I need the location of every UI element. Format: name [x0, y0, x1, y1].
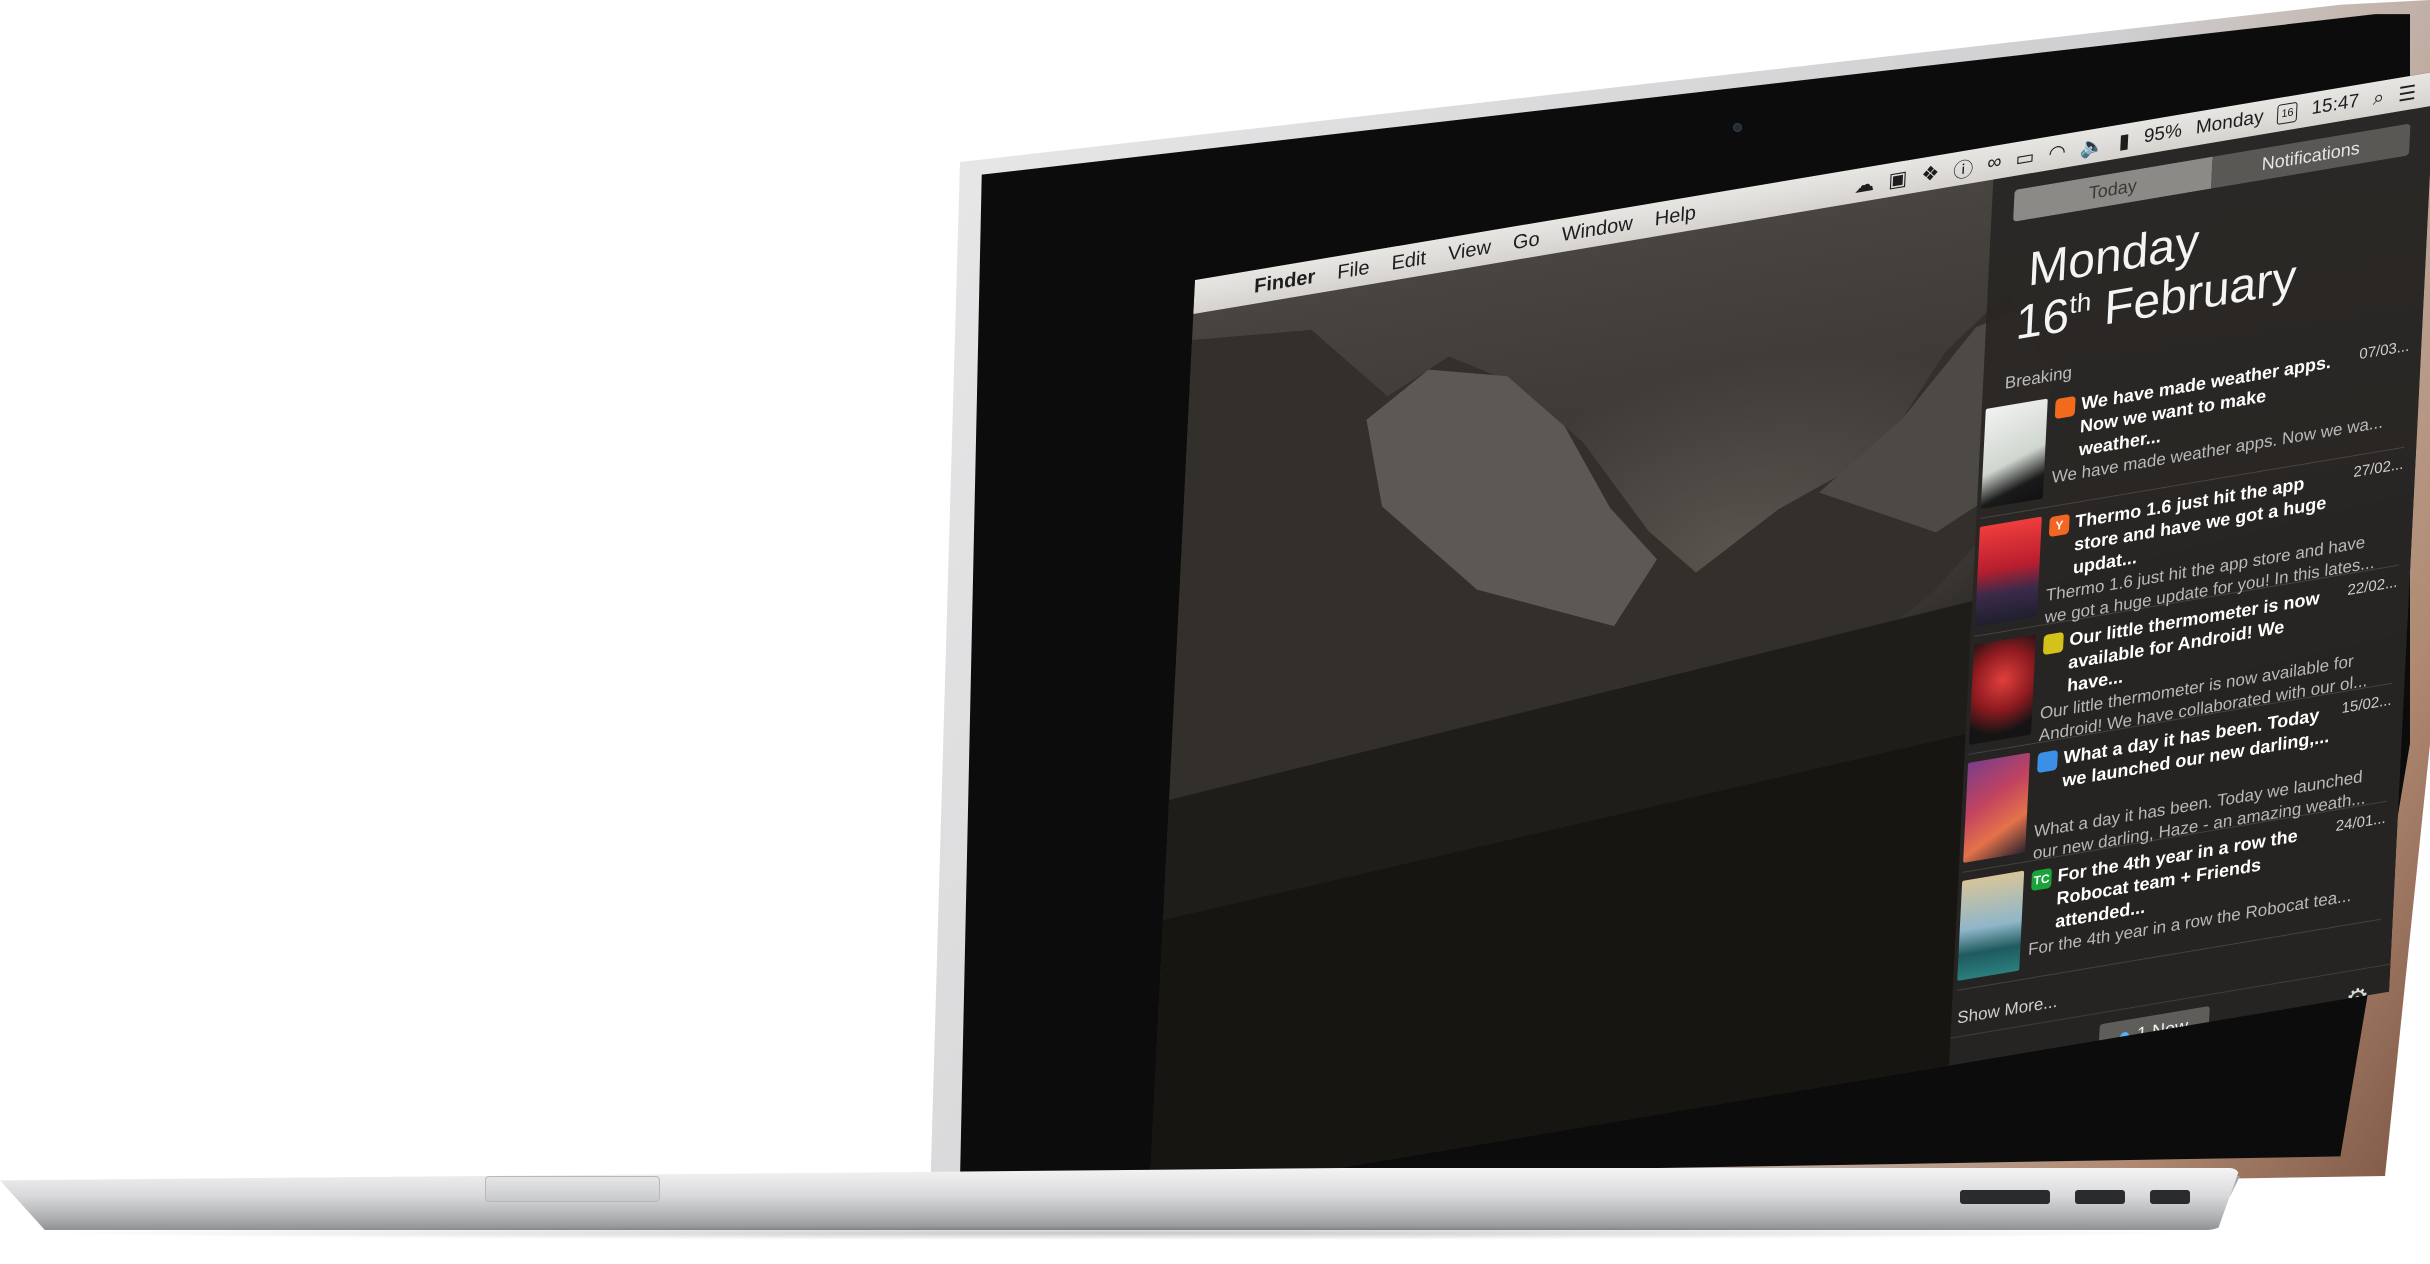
laptop-shadow	[30, 1226, 2210, 1240]
display-icon[interactable]: ▭	[2015, 143, 2035, 171]
spotlight-icon[interactable]: ⌕	[2372, 86, 2384, 111]
usb-port	[2150, 1190, 2190, 1204]
sd-card-slot	[1960, 1190, 2050, 1204]
feed-icon	[2037, 749, 2058, 774]
calendar-icon[interactable]: 16	[2276, 101, 2298, 126]
camera-icon	[1733, 123, 1742, 132]
battery-icon[interactable]: ▮	[2118, 127, 2130, 154]
item-time: 24/01...	[2335, 809, 2387, 836]
item-time: 15/02...	[2341, 691, 2393, 718]
notification-center-panel: Today Notifications Monday 16th February…	[1949, 105, 2430, 1066]
info-icon[interactable]: ⓘ	[1953, 152, 1974, 184]
item-thumbnail	[1957, 870, 2025, 981]
rss-icon	[2054, 395, 2076, 420]
item-time: 27/02...	[2353, 455, 2404, 482]
laptop-base	[0, 1168, 2240, 1230]
menubar-clock[interactable]: 15:47	[2311, 90, 2360, 120]
battery-percent: 95%	[2143, 120, 2183, 148]
notification-center-icon[interactable]: ☰	[2398, 79, 2417, 107]
y-combinator-icon: Y	[2048, 513, 2070, 538]
lid-opening-notch	[485, 1176, 660, 1202]
cloud-icon[interactable]: ☁	[1854, 170, 1875, 198]
item-thumbnail	[1974, 516, 2042, 627]
menu-window[interactable]: Window	[1561, 212, 1633, 247]
laptop: Finder File Edit View Go Window Help ☁ ▣…	[0, 0, 2430, 1264]
menu-view[interactable]: View	[1447, 236, 1491, 266]
dropbox-icon[interactable]: ❖	[1921, 159, 1940, 187]
menu-help[interactable]: Help	[1654, 201, 1696, 231]
android-icon	[2042, 631, 2064, 656]
wifi-icon[interactable]: ◠	[2048, 138, 2067, 166]
menu-file[interactable]: File	[1337, 256, 1370, 284]
item-time: 07/03...	[2358, 337, 2410, 364]
volume-icon[interactable]: 🔈	[2079, 132, 2105, 161]
item-thumbnail	[1980, 398, 2048, 509]
apple-menu-icon[interactable]	[1212, 291, 1232, 294]
hdmi-port	[2075, 1190, 2125, 1204]
techcrunch-icon: TC	[2031, 867, 2053, 892]
menu-app-finder[interactable]: Finder	[1254, 265, 1316, 298]
menu-go[interactable]: Go	[1512, 227, 1540, 254]
item-thumbnail	[1963, 752, 2031, 863]
menu-edit[interactable]: Edit	[1391, 247, 1427, 276]
creative-cloud-icon[interactable]: ∞	[1987, 150, 2002, 175]
news-list: We have made weather apps. Now we want t…	[1953, 328, 2423, 992]
item-thumbnail	[1969, 634, 2036, 745]
item-time: 22/02...	[2347, 573, 2398, 600]
evernote-icon[interactable]: ▣	[1888, 165, 1908, 193]
